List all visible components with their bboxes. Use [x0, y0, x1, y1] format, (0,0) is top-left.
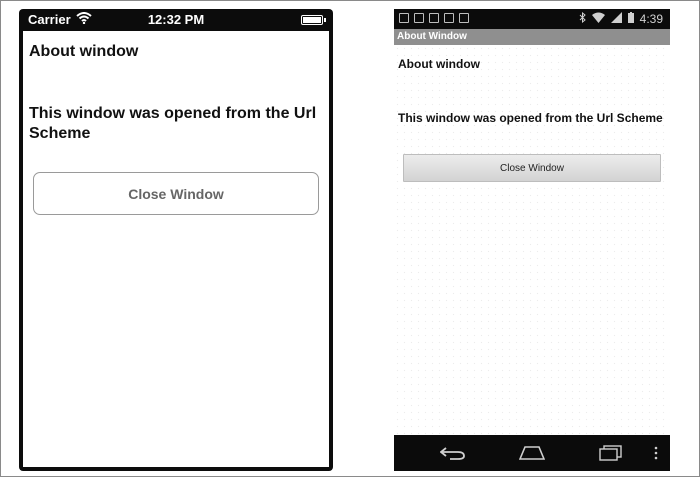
status-time: 4:39	[639, 12, 663, 26]
page-title: About window	[29, 43, 139, 60]
android-content: About window This window was opened from…	[394, 45, 670, 435]
navigation-bar	[394, 435, 670, 471]
android-status-bar: 4:39	[394, 9, 670, 29]
message-text: This window was opened from the Url Sche…	[398, 111, 663, 125]
wifi-icon	[591, 12, 605, 26]
home-icon[interactable]	[517, 444, 547, 462]
message-text: This window was opened from the Url Sche…	[29, 105, 317, 142]
battery-icon	[301, 15, 326, 25]
play-notification-icon	[444, 13, 454, 23]
bluetooth-icon	[579, 11, 586, 26]
status-time: 12:32 PM	[147, 12, 205, 27]
android-device: 4:39 About Window About window This wind…	[394, 9, 670, 471]
message-notification-icon	[414, 13, 424, 23]
figure-frame: Carrier 12:32 PM About window This windo…	[0, 0, 700, 477]
notification-icons	[399, 13, 469, 23]
close-window-button[interactable]: Close Window	[403, 154, 661, 182]
image-notification-icon	[399, 13, 409, 23]
page-title: About window	[398, 57, 480, 71]
android-notification-icon	[459, 13, 469, 23]
system-icons: 4:39	[579, 11, 663, 26]
ios-device: Carrier 12:32 PM About window This windo…	[19, 9, 333, 471]
title-bar: About Window	[394, 29, 670, 45]
ios-status-bar: Carrier 12:32 PM	[19, 9, 333, 31]
battery-icon	[627, 12, 634, 26]
ios-screen: About window This window was opened from…	[23, 31, 329, 467]
overflow-menu-icon[interactable]	[649, 444, 663, 462]
camera-notification-icon	[429, 13, 439, 23]
signal-icon	[610, 12, 622, 26]
close-window-button[interactable]: Close Window	[33, 172, 319, 215]
back-icon[interactable]	[438, 444, 468, 462]
recents-icon[interactable]	[596, 444, 626, 462]
